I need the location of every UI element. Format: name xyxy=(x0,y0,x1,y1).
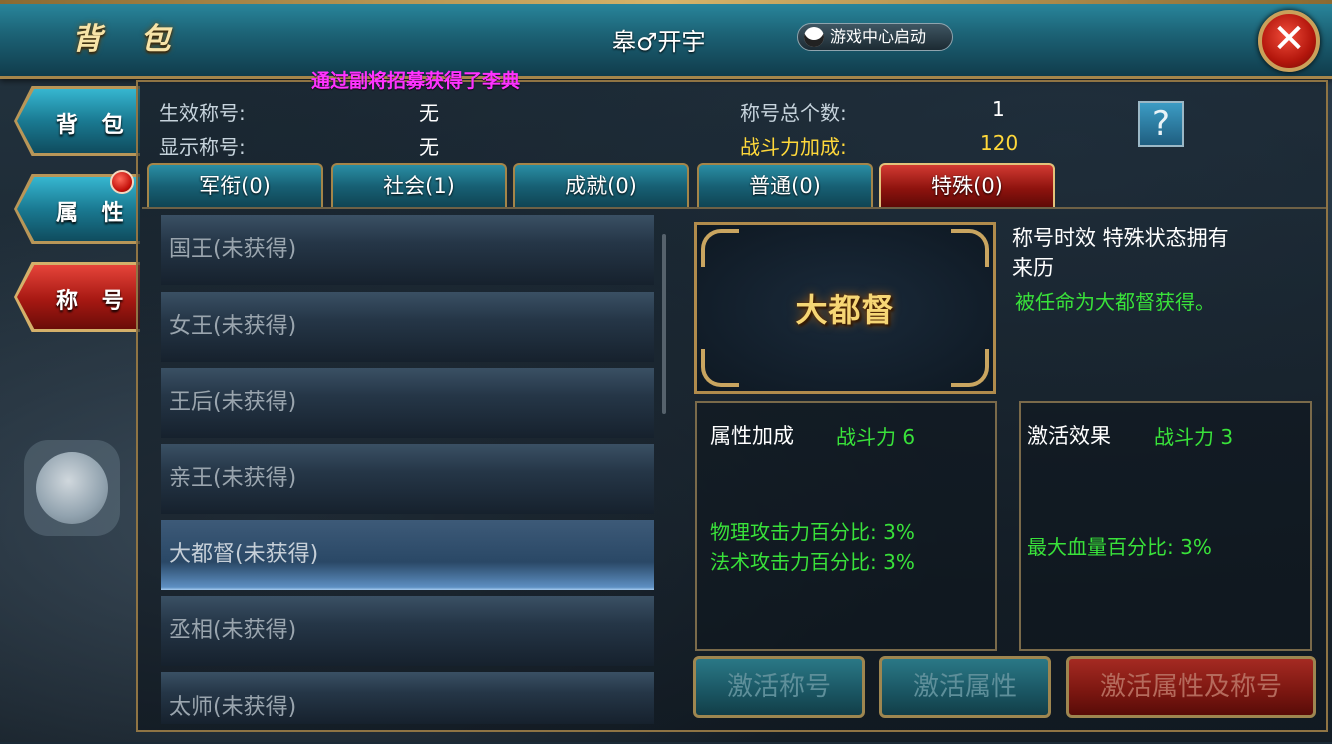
title-list-item[interactable]: 女王(未获得) xyxy=(161,292,654,362)
help-button[interactable]: ? xyxy=(1138,101,1184,147)
penguin-icon xyxy=(804,27,824,47)
attribute-line: 法术攻击力百分比: 3% xyxy=(710,550,915,574)
title-description: 称号时效 特殊状态拥有 来历 xyxy=(1012,223,1312,283)
activate-title-button[interactable]: 激活称号 xyxy=(693,656,865,718)
player-name: 皋♂开宇 xyxy=(612,28,706,56)
title-origin-label: 来历 xyxy=(1012,256,1054,280)
title-list-scrollbar[interactable] xyxy=(662,234,666,414)
tab-normal[interactable]: 普通(0) xyxy=(697,163,873,208)
display-title-value: 无 xyxy=(419,135,439,159)
activate-attribute-button[interactable]: 激活属性 xyxy=(879,656,1051,718)
frame-corner-ornament xyxy=(951,229,989,267)
notification-dot-icon xyxy=(110,170,134,194)
tab-rank[interactable]: 军衔(0) xyxy=(147,163,323,208)
title-list-item[interactable]: 王后(未获得) xyxy=(161,368,654,438)
system-notice: 通过副将招募获得了李典 xyxy=(311,70,521,92)
side-tab-attributes-label: 属 性 xyxy=(56,201,132,226)
total-titles-label: 称号总个数: xyxy=(740,101,847,125)
effective-title-value: 无 xyxy=(419,101,439,125)
side-tab-bag-label: 背 包 xyxy=(56,113,132,138)
game-background: 背 包 皋♂开宇 游戏中心启动 ✕ 背 包 属 性 称 号 通过副将招募获得了李… xyxy=(0,0,1332,742)
title-list-item-selected[interactable]: 大都督(未获得) xyxy=(161,520,654,590)
title-list-item[interactable]: 丞相(未获得) xyxy=(161,596,654,666)
window-title: 背 包 xyxy=(72,22,185,57)
tab-divider xyxy=(142,207,1326,209)
title-badge-text: 大都督 xyxy=(795,291,895,329)
attribute-bonus-power: 战斗力 6 xyxy=(836,425,916,449)
frame-corner-ornament xyxy=(951,349,989,387)
title-badge-preview: 大都督 xyxy=(694,222,996,394)
title-list-item[interactable]: 国王(未获得) xyxy=(161,215,654,285)
close-button[interactable]: ✕ xyxy=(1258,10,1320,72)
power-bonus-label: 战斗力加成: xyxy=(740,135,847,159)
frame-corner-ornament xyxy=(701,349,739,387)
game-center-label: 游戏中心启动 xyxy=(830,27,927,46)
attribute-line: 物理攻击力百分比: 3% xyxy=(710,520,915,544)
frame-corner-ornament xyxy=(701,229,739,267)
title-list-item[interactable]: 亲王(未获得) xyxy=(161,444,654,514)
total-titles-value: 1 xyxy=(992,97,1005,121)
side-tab-titles[interactable]: 称 号 xyxy=(14,262,140,332)
display-title-label: 显示称号: xyxy=(159,135,246,159)
tab-special[interactable]: 特殊(0) xyxy=(879,163,1055,208)
attribute-bonus-title: 属性加成 xyxy=(710,424,794,448)
tab-achievement[interactable]: 成就(0) xyxy=(513,163,689,208)
title-list-item[interactable]: 太师(未获得) xyxy=(161,672,654,724)
activate-both-button[interactable]: 激活属性及称号 xyxy=(1066,656,1316,718)
power-bonus-value: 120 xyxy=(980,131,1019,155)
tab-social[interactable]: 社会(1) xyxy=(331,163,507,208)
window-header: 背 包 皋♂开宇 游戏中心启动 ✕ xyxy=(0,0,1332,79)
game-center-button[interactable]: 游戏中心启动 xyxy=(797,23,953,51)
title-validity: 称号时效 特殊状态拥有 xyxy=(1012,226,1229,250)
title-origin-text: 被任命为大都督获得。 xyxy=(1015,290,1215,314)
activation-effect-power: 战斗力 3 xyxy=(1154,425,1234,449)
virtual-joystick[interactable] xyxy=(24,440,120,536)
effective-title-label: 生效称号: xyxy=(159,101,246,125)
side-tab-titles-label: 称 号 xyxy=(56,289,132,314)
activation-line: 最大血量百分比: 3% xyxy=(1027,535,1212,559)
activation-effect-title: 激活效果 xyxy=(1027,424,1111,448)
side-tab-bag[interactable]: 背 包 xyxy=(14,86,140,156)
